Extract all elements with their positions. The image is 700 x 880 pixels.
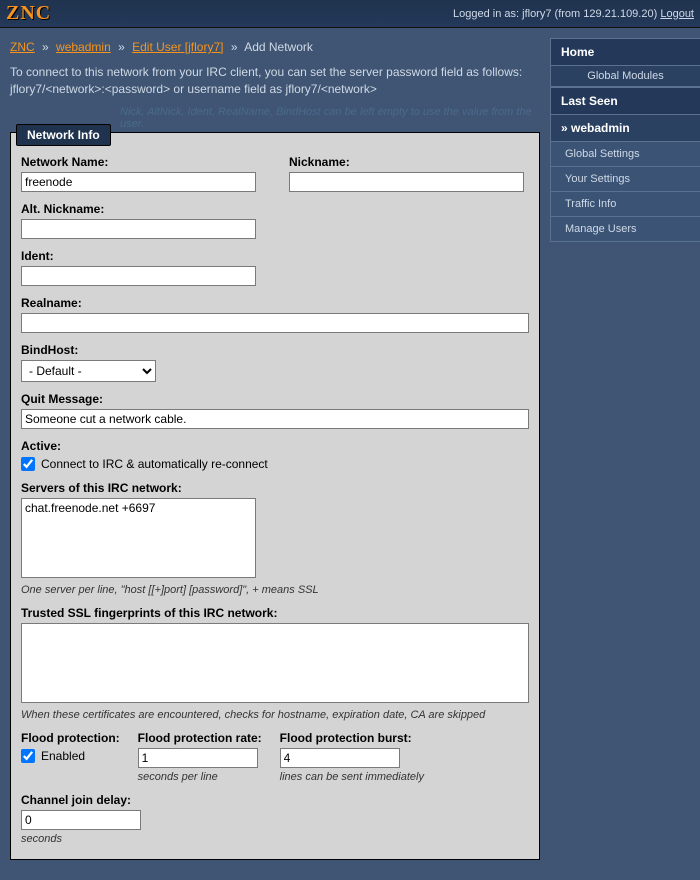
sidebar-item-traffic-info[interactable]: Traffic Info bbox=[550, 192, 700, 217]
label-ident: Ident: bbox=[21, 249, 529, 263]
sidebar: Home Global Modules Last Seen » webadmin… bbox=[550, 38, 700, 242]
crumb-edit-user[interactable]: Edit User [jflory7] bbox=[132, 40, 223, 54]
nickname-input[interactable] bbox=[289, 172, 524, 192]
label-quit: Quit Message: bbox=[21, 392, 529, 406]
network-info-fieldset: Network Name: Nickname: Alt. Nickname: I… bbox=[10, 132, 540, 860]
label-flood-burst: Flood protection burst: bbox=[280, 731, 424, 745]
fieldset-legend: Network Info bbox=[16, 124, 111, 146]
sidebar-item-manage-users[interactable]: Manage Users bbox=[550, 217, 700, 242]
label-servers: Servers of this IRC network: bbox=[21, 481, 529, 495]
hint-servers: One server per line, "host [[+]port] [pa… bbox=[21, 584, 529, 596]
login-info: Logged in as: jflory7 (from 129.21.109.2… bbox=[453, 8, 694, 20]
servers-textarea[interactable]: chat.freenode.net +6697 bbox=[21, 498, 256, 578]
network-name-input[interactable] bbox=[21, 172, 256, 192]
flood-enabled-label: Enabled bbox=[41, 749, 85, 763]
flood-rate-input[interactable] bbox=[138, 748, 258, 768]
label-flood-prot: Flood protection: bbox=[21, 731, 120, 745]
hint-chan-delay: seconds bbox=[21, 833, 529, 845]
active-checkbox-label: Connect to IRC & automatically re-connec… bbox=[41, 457, 268, 471]
quit-message-input[interactable] bbox=[21, 409, 529, 429]
crumb-sep: » bbox=[118, 40, 125, 54]
intro-text: To connect to this network from your IRC… bbox=[10, 64, 540, 98]
bindhost-select[interactable]: - Default - bbox=[21, 360, 156, 382]
login-username: jflory7 bbox=[522, 8, 551, 20]
crumb-sep: » bbox=[231, 40, 238, 54]
hint-flood-burst: lines can be sent immediately bbox=[280, 771, 424, 783]
app-header: ZNC Logged in as: jflory7 (from 129.21.1… bbox=[0, 0, 700, 28]
crumb-webadmin[interactable]: webadmin bbox=[56, 40, 111, 54]
ident-input[interactable] bbox=[21, 266, 256, 286]
flood-burst-input[interactable] bbox=[280, 748, 400, 768]
sidebar-global-modules[interactable]: Global Modules bbox=[550, 66, 700, 87]
alt-nick-input[interactable] bbox=[21, 219, 256, 239]
crumb-current: Add Network bbox=[244, 40, 313, 54]
label-network-name: Network Name: bbox=[21, 155, 261, 169]
label-bindhost: BindHost: bbox=[21, 343, 529, 357]
label-alt-nick: Alt. Nickname: bbox=[21, 202, 529, 216]
realname-input[interactable] bbox=[21, 313, 529, 333]
label-realname: Realname: bbox=[21, 296, 529, 310]
login-from-prefix: (from bbox=[551, 8, 583, 20]
hint-top: Nick, AltNick, Ident, RealName, BindHost… bbox=[120, 106, 540, 130]
label-trusted: Trusted SSL fingerprints of this IRC net… bbox=[21, 606, 529, 620]
logo: ZNC bbox=[6, 2, 51, 25]
breadcrumb: ZNC » webadmin » Edit User [jflory7] » A… bbox=[10, 40, 540, 54]
sidebar-item-global-settings[interactable]: Global Settings bbox=[550, 142, 700, 167]
label-flood-rate: Flood protection rate: bbox=[138, 731, 262, 745]
flood-enabled-checkbox[interactable] bbox=[21, 749, 35, 763]
sidebar-webadmin[interactable]: » webadmin bbox=[550, 115, 700, 142]
label-nickname: Nickname: bbox=[289, 155, 529, 169]
login-ip: 129.21.109.20 bbox=[583, 8, 653, 20]
crumb-sep: » bbox=[42, 40, 49, 54]
sidebar-item-your-settings[interactable]: Your Settings bbox=[550, 167, 700, 192]
label-chan-delay: Channel join delay: bbox=[21, 793, 529, 807]
hint-flood-rate: seconds per line bbox=[138, 771, 262, 783]
label-active: Active: bbox=[21, 439, 529, 453]
trusted-ssl-textarea[interactable] bbox=[21, 623, 529, 703]
chan-delay-input[interactable] bbox=[21, 810, 141, 830]
login-prefix: Logged in as: bbox=[453, 8, 522, 20]
sidebar-last-seen[interactable]: Last Seen bbox=[550, 87, 700, 115]
hint-trusted: When these certificates are encountered,… bbox=[21, 709, 529, 721]
active-checkbox[interactable] bbox=[21, 457, 35, 471]
logout-link[interactable]: Logout bbox=[660, 8, 694, 20]
sidebar-home[interactable]: Home bbox=[550, 38, 700, 66]
crumb-znc[interactable]: ZNC bbox=[10, 40, 35, 54]
